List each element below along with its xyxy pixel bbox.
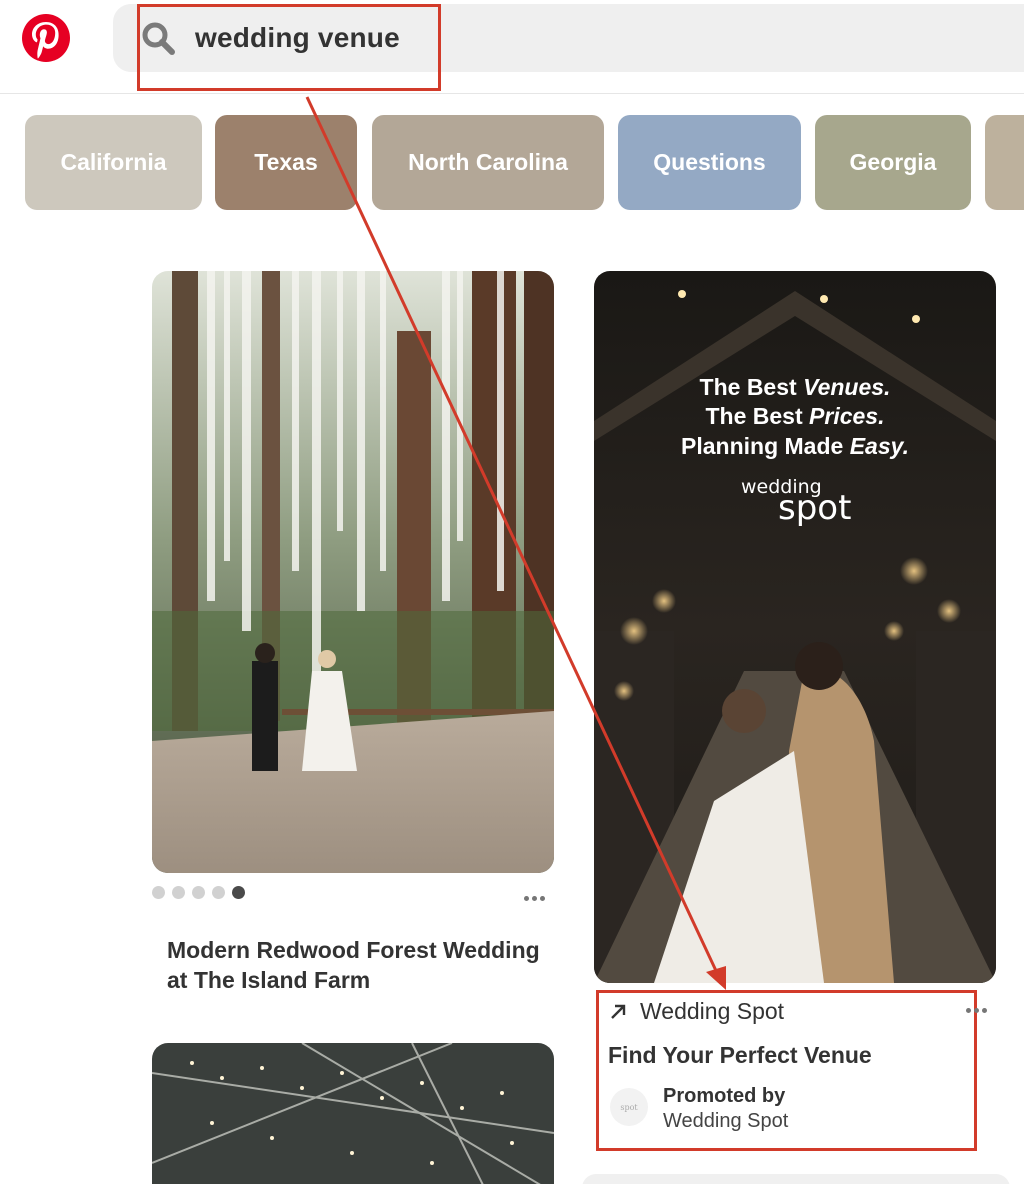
ad-title[interactable]: Find Your Perfect Venue xyxy=(608,1042,872,1069)
more-options-icon[interactable] xyxy=(524,896,545,901)
ad-overlay-emphasis: Venues. xyxy=(803,374,891,400)
chip-california[interactable]: California xyxy=(25,115,202,210)
chip-label: Georgia xyxy=(849,149,937,175)
carousel-dot[interactable] xyxy=(172,886,185,899)
chip-label: California xyxy=(60,149,167,175)
ad-overlay-text: The Best xyxy=(699,374,804,400)
ad-overlay-text: The Best xyxy=(705,403,810,429)
pin-image-redwood-wedding[interactable] xyxy=(152,271,554,873)
carousel-dot-active[interactable] xyxy=(232,886,245,899)
ad-overlay-line-2: The Best Prices. xyxy=(594,403,996,430)
promoter-name[interactable]: Wedding Spot xyxy=(663,1110,788,1133)
carousel-dot[interactable] xyxy=(192,886,205,899)
chip-label: North Carolina xyxy=(408,149,568,175)
wedding-spot-logo-text: spot xyxy=(778,488,852,528)
chip-texas[interactable]: Texas xyxy=(215,115,357,210)
chip-label: Questions xyxy=(653,149,766,175)
carousel-dot[interactable] xyxy=(212,886,225,899)
ad-domain[interactable]: Wedding Spot xyxy=(640,998,784,1025)
pinterest-logo-icon[interactable] xyxy=(22,14,70,62)
pin-image-greenhouse[interactable] xyxy=(152,1043,554,1184)
ad-overlay-line-1: The Best Venues. xyxy=(594,374,996,401)
promoter-avatar-text: spot xyxy=(620,1102,638,1112)
ad-overlay-text: Planning Made xyxy=(681,433,850,459)
carousel-indicator[interactable] xyxy=(152,886,245,899)
promoted-by-label: Promoted by xyxy=(663,1085,786,1107)
ad-overlay-emphasis: Prices. xyxy=(809,403,885,429)
annotation-box-search xyxy=(137,4,441,91)
pin-title[interactable]: Modern Redwood Forest Wedding at The Isl… xyxy=(167,935,547,995)
ad-overlay-line-3: Planning Made Easy. xyxy=(594,433,996,460)
chip-partial[interactable] xyxy=(985,115,1024,210)
promoter-avatar[interactable]: spot xyxy=(610,1088,648,1126)
ad-link-row[interactable]: Wedding Spot xyxy=(608,998,784,1025)
external-link-arrow-icon xyxy=(611,1004,626,1019)
carousel-dot[interactable] xyxy=(152,886,165,899)
chip-north-carolina[interactable]: North Carolina xyxy=(372,115,604,210)
chip-questions[interactable]: Questions xyxy=(618,115,801,210)
more-options-icon[interactable] xyxy=(966,1008,987,1013)
chip-georgia[interactable]: Georgia xyxy=(815,115,971,210)
next-pin-card[interactable] xyxy=(582,1174,1010,1184)
ad-overlay-emphasis: Easy. xyxy=(849,433,909,459)
chip-label: Texas xyxy=(254,149,318,175)
